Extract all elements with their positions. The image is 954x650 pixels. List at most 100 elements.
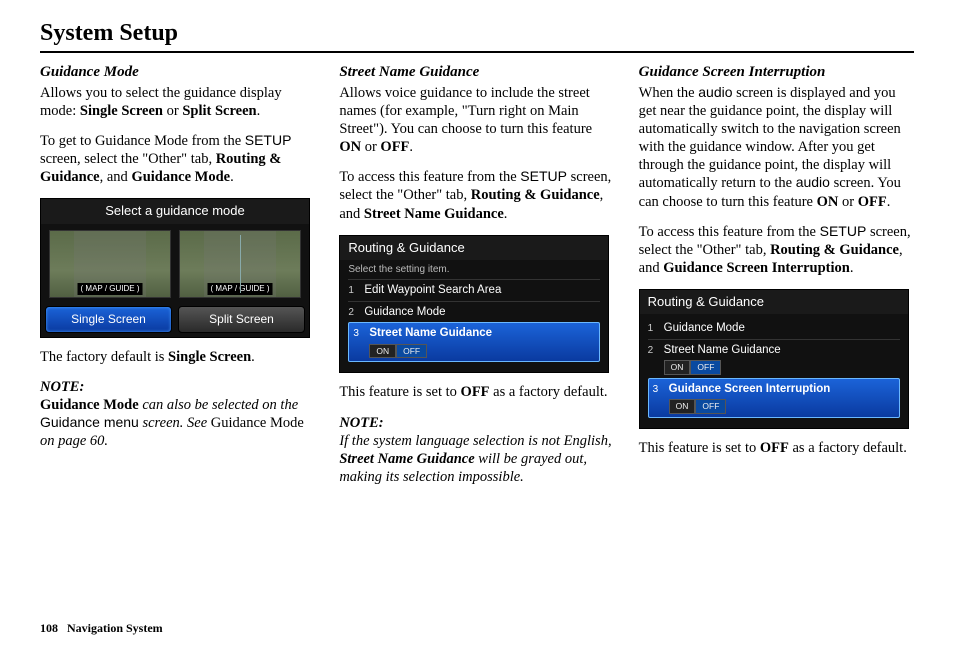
single-screen-button[interactable]: Single Screen [45, 306, 172, 333]
text-bold: ON [339, 139, 361, 155]
list-item[interactable]: 2 Street Name Guidance ONOFF [648, 339, 900, 378]
gm-note: NOTE: Guidance Mode can also be selected… [40, 378, 315, 451]
text: . [850, 260, 854, 276]
text-sans: SETUP [520, 168, 567, 184]
text-bold: Guidance Mode [131, 169, 230, 185]
list-item[interactable]: 1 Guidance Mode [648, 318, 900, 339]
page-footer: 108 Navigation System [40, 621, 163, 636]
text-bold: Single Screen [80, 103, 163, 119]
preview-single-screen: ( MAP / GUIDE ) [49, 230, 171, 298]
preview-split-screen: ( MAP / GUIDE ) [179, 230, 301, 298]
text-bold: Routing & Guidance [471, 187, 600, 203]
text: Guidance Mode [211, 415, 304, 431]
item-number: 3 [353, 326, 363, 341]
text-bold: OFF [461, 384, 490, 400]
text-italic: screen. See [139, 415, 211, 431]
text: . [409, 139, 413, 155]
text: . [251, 349, 255, 365]
split-screen-button[interactable]: Split Screen [178, 306, 305, 333]
on-off-toggle[interactable]: ONOFF [664, 360, 722, 375]
toggle-on[interactable]: ON [664, 360, 691, 375]
text-sans: SETUP [820, 223, 867, 239]
text: . [504, 206, 508, 222]
text: . [257, 103, 261, 119]
item-label: Guidance Mode [364, 306, 445, 318]
gsi-paragraph-intro: When the audio screen is displayed and y… [639, 84, 914, 211]
item-label: Street Name Guidance [369, 327, 492, 339]
note-label: NOTE: [40, 379, 84, 395]
on-off-toggle[interactable]: ONOFF [369, 344, 427, 359]
item-label: Guidance Screen Interruption [669, 383, 831, 395]
screenshot-title: Select a guidance mode [41, 199, 309, 223]
toggle-on[interactable]: ON [669, 399, 696, 414]
item-label: Street Name Guidance [664, 344, 781, 356]
text-bold: Street Name Guidance [364, 206, 504, 222]
text-bold: ON [817, 194, 839, 210]
item-number: 2 [348, 305, 358, 320]
gsi-paragraph-access: To access this feature from the SETUP sc… [639, 223, 914, 277]
list-item-selected[interactable]: 3 Street Name Guidance ONOFF [348, 322, 600, 362]
gm-paragraph-default: The factory default is Single Screen. [40, 348, 315, 366]
subhead-guidance-screen-interruption: Guidance Screen Interruption [639, 63, 914, 82]
text: To access this feature from the [339, 169, 520, 185]
title-rule [40, 51, 914, 53]
text: . [887, 194, 891, 210]
list-item-selected[interactable]: 3 Guidance Screen Interruption ONOFF [648, 378, 900, 418]
list-item[interactable]: 2 Guidance Mode [348, 301, 600, 323]
text: , and [100, 169, 132, 185]
item-number: 1 [648, 321, 658, 336]
text-italic: can also be selected on the [139, 397, 298, 413]
toggle-on[interactable]: ON [369, 344, 396, 359]
column-container: Guidance Mode Allows you to select the g… [40, 63, 914, 486]
item-label: Edit Waypoint Search Area [364, 284, 501, 296]
text-bold: OFF [760, 440, 789, 456]
book-title: Navigation System [67, 621, 163, 635]
page-number: 108 [40, 621, 58, 635]
text: When the [639, 85, 699, 101]
text-bold: Guidance Screen Interruption [663, 260, 850, 276]
text-sans: audio [796, 174, 830, 190]
column-guidance-screen-interruption: Guidance Screen Interruption When the au… [639, 63, 914, 486]
sng-paragraph-default: This feature is set to OFF as a factory … [339, 383, 614, 401]
column-street-name-guidance: Street Name Guidance Allows voice guidan… [339, 63, 614, 486]
toggle-off[interactable]: OFF [695, 399, 726, 414]
toggle-off[interactable]: OFF [690, 360, 721, 375]
text: This feature is set to [639, 440, 760, 456]
text-italic: If the system language selection is not … [339, 433, 611, 449]
text: To get to Guidance Mode from the [40, 133, 245, 149]
text: screen, select the "Other" tab, [40, 151, 216, 167]
text-bold: Routing & Guidance [770, 242, 899, 258]
guidance-buttons: Single Screen Split Screen [41, 302, 309, 337]
subhead-guidance-mode: Guidance Mode [40, 63, 315, 82]
preview-label: ( MAP / GUIDE ) [78, 283, 143, 295]
text-bold: Guidance Mode [40, 397, 139, 413]
text: as a factory default. [789, 440, 907, 456]
text-bold-italic: Street Name Guidance [339, 451, 474, 467]
sng-note: NOTE: If the system language selection i… [339, 414, 614, 487]
text: or [163, 103, 182, 119]
screenshot-title: Routing & Guidance [640, 290, 908, 314]
screenshot-title: Routing & Guidance [340, 236, 608, 260]
text-sans: audio [698, 84, 732, 100]
page-title: System Setup [40, 20, 914, 47]
text-bold: OFF [858, 194, 887, 210]
text-italic: on page 60. [40, 433, 108, 449]
screenshot-routing-guidance-sng: Routing & Guidance Select the setting it… [339, 235, 609, 374]
gm-paragraph-intro: Allows you to select the guidance displa… [40, 84, 315, 120]
on-off-toggle[interactable]: ONOFF [669, 399, 727, 414]
item-label: Guidance Mode [664, 322, 745, 334]
screenshot-routing-guidance-gsi: Routing & Guidance 1 Guidance Mode 2 Str… [639, 289, 909, 429]
list-item[interactable]: 1 Edit Waypoint Search Area [348, 279, 600, 301]
text-bold: OFF [380, 139, 409, 155]
subhead-street-name-guidance: Street Name Guidance [339, 63, 614, 82]
text: or [361, 139, 380, 155]
item-number: 1 [348, 283, 358, 298]
text: The factory default is [40, 349, 168, 365]
text: To access this feature from the [639, 224, 820, 240]
guidance-previews: ( MAP / GUIDE ) ( MAP / GUIDE ) [41, 224, 309, 302]
screenshot-guidance-mode: Select a guidance mode ( MAP / GUIDE ) (… [40, 198, 310, 337]
text: or [838, 194, 857, 210]
toggle-off[interactable]: OFF [396, 344, 427, 359]
text: Allows voice guidance to include the str… [339, 85, 592, 137]
column-guidance-mode: Guidance Mode Allows you to select the g… [40, 63, 315, 486]
